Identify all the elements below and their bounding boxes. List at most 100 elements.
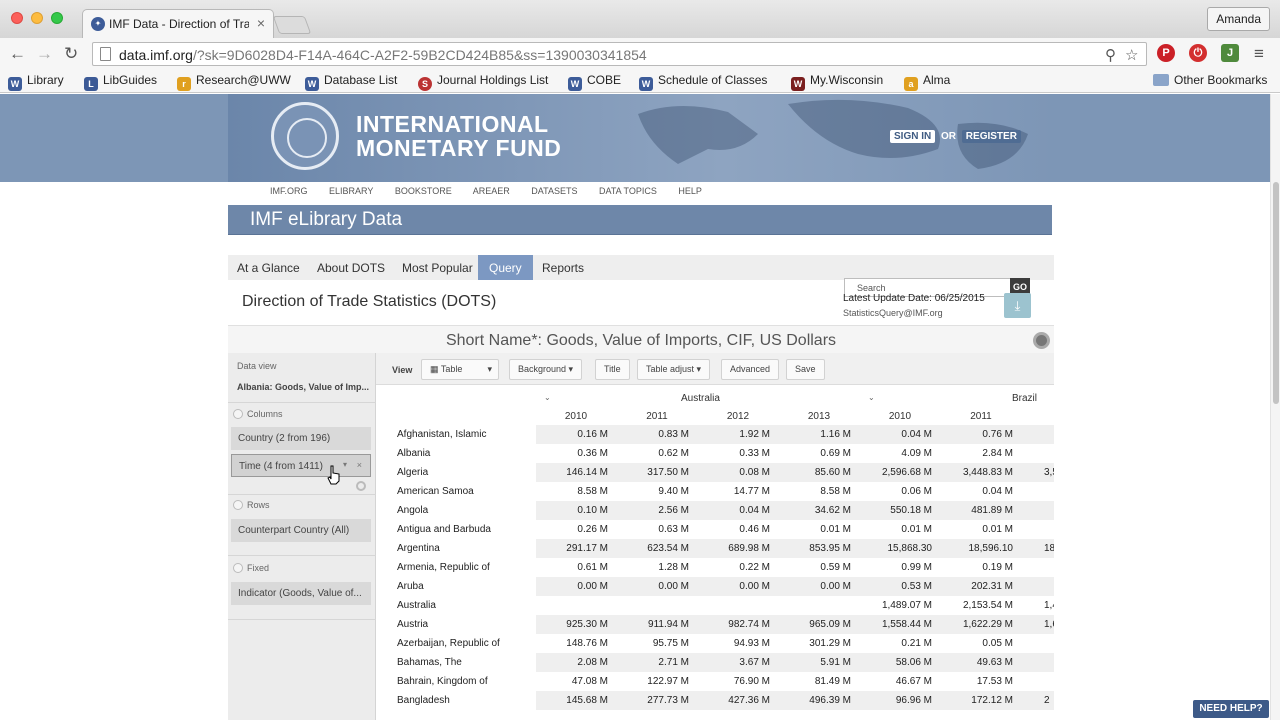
counterpart-dimension-chip[interactable]: Counterpart Country (All) <box>231 519 371 542</box>
address-bar[interactable]: data.imf.org/?sk=9D6028D4-F14A-464C-A2F2… <box>92 42 1147 66</box>
columns-header: Columns <box>233 409 283 419</box>
column-country-brazil[interactable]: Brazil <box>1012 393 1037 404</box>
stop-extension-icon[interactable]: ⏻ <box>1189 44 1207 62</box>
rows-toggle-icon[interactable] <box>233 500 243 510</box>
profile-button[interactable]: Amanda <box>1207 7 1270 31</box>
nav-data-topics[interactable]: DATA TOPICS <box>599 186 657 196</box>
page-scrollbar[interactable] <box>1270 94 1280 720</box>
divider <box>228 402 376 403</box>
table-cell: 2,153.54 M <box>962 600 1013 611</box>
chip-remove-icon[interactable]: × <box>357 460 362 470</box>
or-text: OR <box>941 131 957 142</box>
close-window-button[interactable] <box>11 12 23 24</box>
new-tab-button[interactable] <box>272 16 312 34</box>
column-year: 2010 <box>888 411 912 422</box>
table-cell: 2,596.68 M <box>881 467 932 478</box>
table-cell: 1,622.29 M <box>962 619 1013 630</box>
title-button[interactable]: Title <box>595 359 630 380</box>
extension-icon[interactable]: J <box>1221 44 1239 62</box>
row-country-name: Austria <box>397 619 429 630</box>
row-country-name: Albania <box>397 448 431 459</box>
pinterest-icon[interactable]: P <box>1157 44 1175 62</box>
search-icon[interactable]: ⚲ <box>1105 46 1116 64</box>
table-cell: 689.98 M <box>728 543 770 554</box>
table-adjust-dropdown[interactable]: Table adjust ▾ <box>637 359 711 380</box>
bookmark-star-icon[interactable]: ☆ <box>1125 46 1138 64</box>
browser-tab[interactable]: ✦ IMF Data - Direction of Tra × <box>82 9 274 38</box>
bookmark-research[interactable]: r Research@UWW <box>177 73 291 91</box>
background-dropdown[interactable]: Background ▾ <box>509 359 583 380</box>
scrollbar-thumb[interactable] <box>1273 182 1279 404</box>
nav-help[interactable]: HELP <box>678 186 702 196</box>
sign-in-link[interactable]: SIGN IN <box>890 130 936 143</box>
register-link[interactable]: REGISTER <box>961 130 1021 143</box>
need-help-button[interactable]: NEED HELP? <box>1193 700 1269 718</box>
table-cell: 0.01 M <box>982 524 1013 535</box>
table-cell: 550.18 M <box>890 505 932 516</box>
bookmark-other[interactable]: Other Bookmarks <box>1153 73 1267 90</box>
research-icon: r <box>177 77 191 91</box>
divider <box>228 555 376 556</box>
nav-elibrary[interactable]: ELIBRARY <box>329 186 373 196</box>
table-cell: 301.29 M <box>809 638 851 649</box>
bookmark-alma[interactable]: a Alma <box>904 73 950 91</box>
table-row: Argentina 291.17 M 623.54 M 689.98 M 853.95 … <box>376 539 1054 558</box>
save-button[interactable]: Save <box>786 359 825 380</box>
zoom-window-button[interactable] <box>51 12 63 24</box>
cobe-icon: W <box>568 77 582 91</box>
time-dimension-chip[interactable]: Time (4 from 1411) ▾ × <box>231 454 371 477</box>
nav-bookstore[interactable]: BOOKSTORE <box>395 186 452 196</box>
download-button[interactable]: ⤓ <box>1004 293 1031 318</box>
dataset-title: Direction of Trade Statistics (DOTS) <box>242 293 497 310</box>
nav-datasets[interactable]: DATASETS <box>531 186 577 196</box>
bookmark-library[interactable]: W Library <box>8 73 64 91</box>
table-cell: 95.75 M <box>652 638 689 649</box>
bookmark-mywisconsin[interactable]: W My.Wisconsin <box>791 73 883 91</box>
bookmark-database-list[interactable]: W Database List <box>305 73 397 91</box>
tab-about-dots[interactable]: About DOTS <box>317 261 385 275</box>
tab-close-icon[interactable]: × <box>257 15 265 31</box>
forward-arrow-icon[interactable]: → <box>36 44 53 64</box>
bookmark-cobe[interactable]: W COBE <box>568 73 621 91</box>
settings-gear-icon[interactable] <box>1033 332 1050 349</box>
table-cell: 0.04 M <box>739 505 770 516</box>
reload-icon[interactable]: ↻ <box>64 44 78 64</box>
imf-seal-logo[interactable] <box>271 102 339 170</box>
table-view-dropdown[interactable]: ▦ Table ▾ <box>421 359 499 380</box>
chip-dropdown-icon[interactable]: ▾ <box>343 460 347 469</box>
advanced-button[interactable]: Advanced <box>721 359 780 380</box>
imf-banner: INTERNATIONAL MONETARY FUND SIGN IN OR R… <box>0 94 1270 182</box>
browser-tabstrip: ✦ IMF Data - Direction of Tra × Amanda <box>0 0 1280 38</box>
country-dimension-chip[interactable]: Country (2 from 196) <box>231 427 371 450</box>
bookmark-schedule[interactable]: W Schedule of Classes <box>639 73 767 91</box>
minimize-window-button[interactable] <box>31 12 43 24</box>
data-view-value[interactable]: Albania: Goods, Value of Imp... <box>237 382 369 392</box>
column-year: 2011 <box>646 411 668 422</box>
table-cell: 925.30 M <box>566 619 608 630</box>
table-cell: 0.99 M <box>901 562 932 573</box>
table-cell: 76.90 M <box>733 676 770 687</box>
column-country-australia[interactable]: Australia <box>681 393 720 404</box>
bookmark-libguides[interactable]: L LibGuides <box>84 73 157 91</box>
fixed-toggle-icon[interactable] <box>233 563 243 573</box>
tab-at-a-glance[interactable]: At a Glance <box>237 261 300 275</box>
tab-reports[interactable]: Reports <box>542 261 584 275</box>
columns-toggle-icon[interactable] <box>233 409 243 419</box>
libguides-icon: L <box>84 77 98 91</box>
imf-wordmark[interactable]: INTERNATIONAL MONETARY FUND <box>356 112 561 160</box>
back-arrow-icon[interactable]: ← <box>9 44 26 64</box>
menu-icon[interactable]: ≡ <box>1254 44 1264 64</box>
refresh-icon[interactable] <box>356 481 366 491</box>
nav-areaer[interactable]: AREAER <box>473 186 510 196</box>
indicator-dimension-chip[interactable]: Indicator (Goods, Value of... <box>231 582 371 605</box>
table-cell: 0.04 M <box>982 486 1013 497</box>
tab-most-popular[interactable]: Most Popular <box>402 261 473 275</box>
table-cell: 0.00 M <box>577 581 608 592</box>
bookmark-journal-holdings[interactable]: S Journal Holdings List <box>418 73 548 91</box>
short-name-title[interactable]: Short Name*: Goods, Value of Imports, CI… <box>228 332 1054 350</box>
chevron-down-icon[interactable]: ⌄ <box>544 393 551 402</box>
chevron-down-icon[interactable]: ⌄ <box>868 393 875 402</box>
nav-imf-org[interactable]: IMF.ORG <box>270 186 308 196</box>
tab-query[interactable]: Query <box>478 255 533 280</box>
contact-email-link[interactable]: StatisticsQuery@IMF.org <box>843 308 985 318</box>
